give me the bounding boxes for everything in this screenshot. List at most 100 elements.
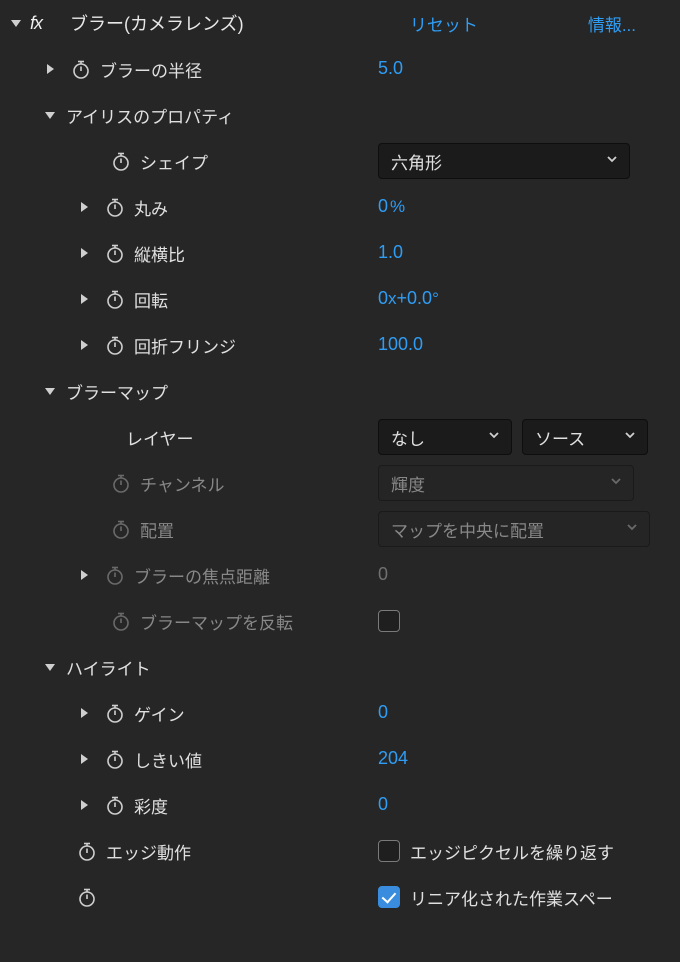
dropdown-source[interactable]: ソース (522, 419, 648, 455)
stopwatch-icon (104, 518, 138, 540)
label-linear-workspace: リニア化された作業スペー (410, 885, 613, 910)
label-saturation: 彩度 (132, 793, 168, 818)
unit-roundness: % (390, 197, 405, 217)
stopwatch-icon (98, 564, 132, 586)
label-blur-radius: ブラーの半径 (98, 57, 202, 82)
value-focal: 0 (378, 564, 388, 586)
label-aspect: 縦横比 (132, 241, 185, 266)
prop-roundness: 丸み 0% (0, 184, 680, 230)
dropdown-placement-value: マップを中央に配置 (391, 517, 544, 542)
twirl-diffraction[interactable] (70, 338, 98, 352)
checkbox-invert-map[interactable] (378, 610, 400, 632)
twirl-aspect[interactable] (70, 246, 98, 260)
label-focal: ブラーの焦点距離 (132, 563, 270, 588)
prop-saturation: 彩度 0 (0, 782, 680, 828)
twirl-iris[interactable] (36, 108, 64, 122)
prop-threshold: しきい値 204 (0, 736, 680, 782)
dropdown-shape[interactable]: 六角形 (378, 143, 630, 179)
group-iris: アイリスのプロパティ (0, 92, 680, 138)
dropdown-channel: 輝度 (378, 465, 634, 501)
chevron-down-icon (605, 151, 619, 171)
twirl-threshold[interactable] (70, 752, 98, 766)
twirl-focal[interactable] (70, 568, 98, 582)
prop-aspect: 縦横比 1.0 (0, 230, 680, 276)
effect-twirl[interactable] (2, 16, 30, 30)
twirl-gain[interactable] (70, 706, 98, 720)
prop-layer: レイヤー なし ソース (0, 414, 680, 460)
stopwatch-icon[interactable] (98, 794, 132, 816)
rotation-x: x (388, 289, 397, 309)
stopwatch-icon[interactable] (70, 886, 104, 908)
label-diffraction: 回折フリンジ (132, 333, 236, 358)
dropdown-layer-value: なし (391, 425, 425, 450)
twirl-highlight[interactable] (36, 660, 64, 674)
chevron-down-icon (625, 519, 639, 539)
rotation-degmark: ° (432, 289, 439, 309)
twirl-roundness[interactable] (70, 200, 98, 214)
label-channel: チャンネル (138, 471, 225, 496)
stopwatch-icon[interactable] (98, 288, 132, 310)
label-edge-repeat: エッジピクセルを繰り返す (410, 839, 614, 864)
chevron-down-icon (487, 427, 501, 447)
dropdown-layer[interactable]: なし (378, 419, 512, 455)
checkbox-edge-repeat[interactable] (378, 840, 400, 862)
prop-linear-workspace: リニア化された作業スペー (0, 874, 680, 920)
group-blurmap: ブラーマップ (0, 368, 680, 414)
value-aspect[interactable]: 1.0 (378, 242, 403, 264)
prop-placement: 配置 マップを中央に配置 (0, 506, 680, 552)
dropdown-shape-value: 六角形 (391, 149, 442, 174)
stopwatch-icon (104, 610, 138, 632)
label-edge: エッジ動作 (104, 839, 191, 864)
label-shape: シェイプ (138, 149, 208, 174)
stopwatch-icon (104, 472, 138, 494)
fx-icon[interactable]: fx (30, 13, 56, 34)
label-rotation: 回転 (132, 287, 168, 312)
group-highlight: ハイライト (0, 644, 680, 690)
stopwatch-icon[interactable] (98, 334, 132, 356)
stopwatch-icon[interactable] (98, 242, 132, 264)
stopwatch-icon[interactable] (64, 58, 98, 80)
label-highlight-group: ハイライト (64, 655, 151, 680)
label-roundness: 丸み (132, 195, 168, 220)
label-blurmap-group: ブラーマップ (64, 379, 168, 404)
twirl-blur-radius[interactable] (36, 62, 64, 76)
prop-invert-map: ブラーマップを反転 (0, 598, 680, 644)
chevron-down-icon (609, 473, 623, 493)
prop-diffraction: 回折フリンジ 100.0 (0, 322, 680, 368)
prop-rotation: 回転 0x+0.0° (0, 276, 680, 322)
about-link[interactable]: 情報... (588, 11, 636, 36)
label-gain: ゲイン (132, 701, 185, 726)
label-iris-group: アイリスのプロパティ (64, 103, 234, 128)
reset-link[interactable]: リセット (410, 11, 478, 36)
prop-blur-radius: ブラーの半径 5.0 (0, 46, 680, 92)
prop-shape: シェイプ 六角形 (0, 138, 680, 184)
value-diffraction[interactable]: 100.0 (378, 334, 423, 356)
prop-channel: チャンネル 輝度 (0, 460, 680, 506)
twirl-rotation[interactable] (70, 292, 98, 306)
value-saturation[interactable]: 0 (378, 794, 388, 816)
value-rotation-deg[interactable]: +0.0 (397, 288, 433, 310)
prop-gain: ゲイン 0 (0, 690, 680, 736)
stopwatch-icon[interactable] (98, 196, 132, 218)
value-threshold[interactable]: 204 (378, 748, 408, 770)
prop-focal: ブラーの焦点距離 0 (0, 552, 680, 598)
stopwatch-icon[interactable] (98, 702, 132, 724)
value-rotation-rev[interactable]: 0 (378, 288, 388, 310)
label-layer: レイヤー (124, 425, 194, 450)
twirl-blurmap[interactable] (36, 384, 64, 398)
value-blur-radius[interactable]: 5.0 (378, 58, 403, 80)
checkbox-linear-workspace[interactable] (378, 886, 400, 908)
dropdown-placement: マップを中央に配置 (378, 511, 650, 547)
label-placement: 配置 (138, 517, 174, 542)
stopwatch-icon[interactable] (98, 748, 132, 770)
prop-edge: エッジ動作 エッジピクセルを繰り返す (0, 828, 680, 874)
dropdown-source-value: ソース (535, 425, 585, 450)
value-roundness[interactable]: 0 (378, 196, 388, 218)
label-invert-map: ブラーマップを反転 (138, 609, 293, 634)
stopwatch-icon[interactable] (70, 840, 104, 862)
twirl-saturation[interactable] (70, 798, 98, 812)
stopwatch-icon[interactable] (104, 150, 138, 172)
effect-header: fx ブラー(カメラレンズ) リセット 情報... (0, 0, 680, 46)
effect-title[interactable]: ブラー(カメラレンズ) (70, 10, 410, 36)
value-gain[interactable]: 0 (378, 702, 388, 724)
